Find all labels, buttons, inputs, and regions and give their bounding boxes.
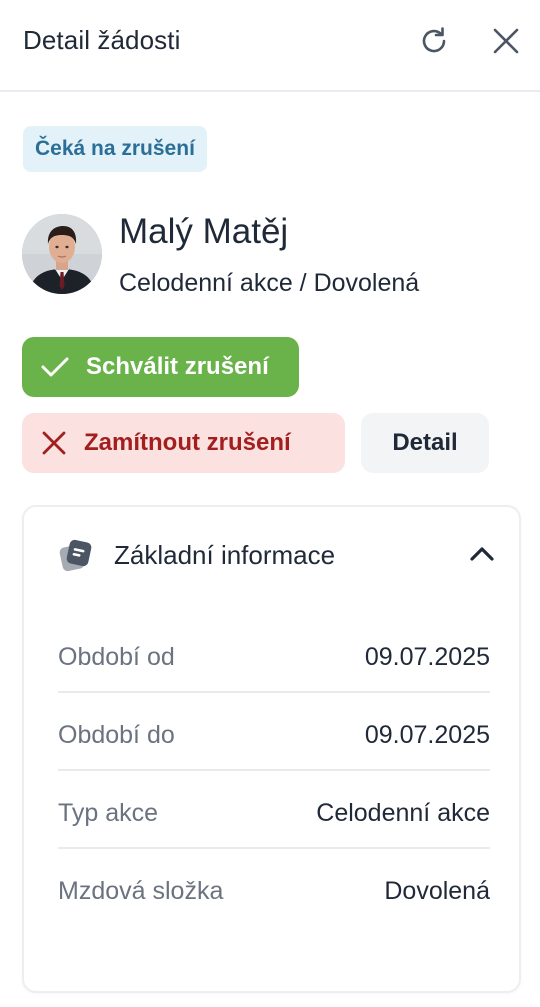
detail-button[interactable]: Detail bbox=[361, 413, 489, 473]
refresh-icon bbox=[422, 27, 446, 53]
info-row-action-type: Typ akce Celodenní akce bbox=[58, 771, 490, 849]
person-name: Malý Matěj bbox=[119, 212, 289, 251]
chevron-up-icon bbox=[470, 547, 494, 561]
close-button[interactable] bbox=[489, 24, 523, 58]
row-label: Období do bbox=[58, 721, 175, 749]
basic-info-toggle[interactable]: Základní informace bbox=[24, 507, 519, 603]
approve-label: Schválit zrušení bbox=[86, 353, 269, 380]
refresh-button[interactable] bbox=[417, 24, 451, 58]
request-detail-panel: Detail žádosti Čeká na zrušení Malý Matě… bbox=[0, 0, 540, 1007]
info-row-period-from: Období od 09.07.2025 bbox=[58, 615, 490, 693]
reject-label: Zamítnout zrušení bbox=[84, 429, 291, 456]
basic-info-card: Základní informace Období od 09.07.2025 … bbox=[22, 505, 521, 993]
row-label: Období od bbox=[58, 643, 175, 671]
document-tag-icon bbox=[59, 539, 92, 572]
close-icon bbox=[493, 28, 519, 54]
request-type: Celodenní akce / Dovolená bbox=[119, 269, 420, 297]
reject-cancellation-button[interactable]: Zamítnout zrušení bbox=[22, 413, 345, 473]
check-icon bbox=[41, 357, 69, 377]
panel-title: Detail žádosti bbox=[23, 25, 181, 55]
card-title: Základní informace bbox=[114, 540, 336, 570]
avatar bbox=[22, 214, 102, 294]
row-value: Celodenní akce bbox=[316, 799, 490, 827]
info-row-period-to: Období do 09.07.2025 bbox=[58, 693, 490, 771]
approve-cancellation-button[interactable]: Schválit zrušení bbox=[22, 337, 299, 397]
row-label: Mzdová složka bbox=[58, 877, 224, 905]
row-value: 09.07.2025 bbox=[364, 643, 490, 671]
info-row-wage-component: Mzdová složka Dovolená bbox=[58, 849, 490, 927]
status-badge: Čeká na zrušení bbox=[23, 126, 207, 172]
row-value: 09.07.2025 bbox=[364, 721, 490, 749]
row-value: Dovolená bbox=[384, 877, 490, 905]
x-icon bbox=[42, 431, 66, 455]
info-rows: Období od 09.07.2025 Období do 09.07.202… bbox=[58, 615, 490, 927]
row-label: Typ akce bbox=[58, 799, 159, 827]
panel-header: Detail žádosti bbox=[0, 0, 540, 92]
panel-content: Čeká na zrušení Malý Matěj Celodenní akc… bbox=[0, 92, 540, 1007]
